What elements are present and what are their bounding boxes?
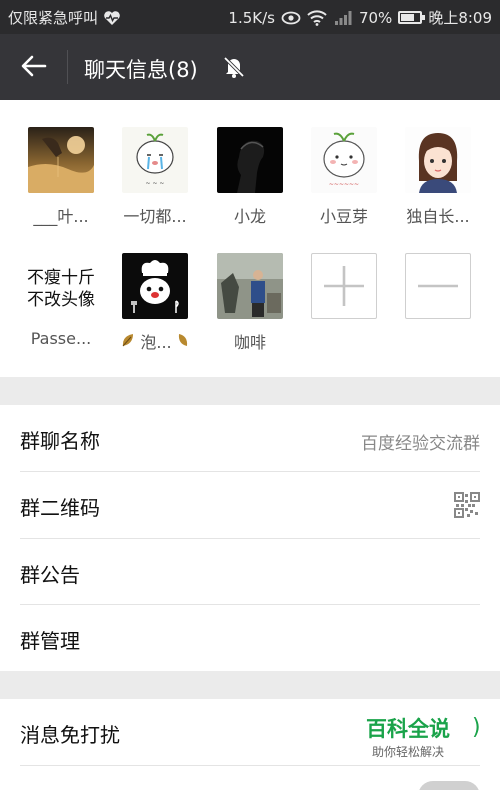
member-name: 泡... — [110, 329, 200, 353]
member-item[interactable]: ~ ~ ~ 一切都... — [110, 127, 200, 237]
avatar — [217, 127, 283, 193]
title-divider — [67, 50, 68, 84]
row-label: 群管理 — [20, 629, 80, 653]
page-title: 聊天信息(8) — [84, 58, 198, 82]
remove-member-box — [405, 253, 471, 319]
leaf-icon — [177, 333, 189, 352]
row-label: 群聊名称 — [20, 429, 100, 453]
carrier-text: 仅限紧急呼叫 — [8, 9, 99, 27]
settings-list: 群聊名称 百度经验交流群 群二维码 群公告 群管理 — [0, 405, 500, 671]
member-name: Passe... — [30, 329, 92, 348]
avatar — [28, 127, 94, 193]
svg-text:~ ~ ~: ~ ~ ~ — [146, 180, 165, 187]
member-grid: ___叶... ~ ~ ~ 一切都... 小龙 ~~~~~~ 小豆芽 独自长..… — [0, 100, 500, 377]
title-bar: 聊天信息(8) — [0, 34, 500, 100]
battery-percent: 70% — [358, 8, 393, 27]
network-speed: 1.5K/s — [228, 8, 275, 27]
group-name-row[interactable]: 群聊名称 百度经验交流群 — [0, 405, 500, 471]
leaf-icon — [121, 333, 140, 352]
avatar — [405, 127, 471, 193]
member-name: 独自长... — [406, 207, 470, 226]
text-avatar: 不瘦十斤 不改头像 — [16, 267, 106, 311]
avatar: ~ ~ ~ — [122, 127, 188, 193]
row-label: 群公告 — [20, 563, 80, 587]
text-avatar-line: 不改头像 — [27, 290, 95, 310]
watermark-paren: ) — [472, 715, 481, 740]
back-button[interactable] — [12, 46, 56, 90]
battery-icon — [398, 11, 426, 24]
signal-icon — [333, 9, 353, 27]
eye-icon — [281, 9, 301, 27]
member-item[interactable]: 小龙 — [205, 127, 295, 237]
member-name: 小豆芽 — [319, 207, 368, 226]
plus-icon — [324, 266, 364, 306]
heart-pulse-icon — [102, 9, 122, 27]
member-name: 一切都... — [123, 207, 187, 226]
qrcode-icon — [454, 492, 480, 518]
avatar — [217, 253, 283, 319]
divider — [20, 765, 480, 766]
svg-text:~~~~~~: ~~~~~~ — [329, 181, 359, 188]
member-item[interactable]: 独自长... — [393, 127, 483, 237]
status-bar: 仅限紧急呼叫 1.5K/s 70% 晚上8:09 — [0, 0, 500, 34]
member-name: 咖啡 — [233, 333, 266, 352]
add-member-button[interactable] — [299, 253, 389, 363]
wifi-icon — [307, 9, 327, 27]
member-item[interactable]: 不瘦十斤 不改头像 Passe... — [16, 253, 106, 363]
member-item[interactable]: ~~~~~~ 小豆芽 — [299, 127, 389, 237]
bell-off-icon — [222, 55, 246, 79]
avatar — [122, 253, 188, 319]
clock-time: 晚上8:09 — [428, 9, 492, 27]
group-qrcode-row[interactable]: 群二维码 — [0, 472, 500, 538]
watermark-title: 百科全说 — [366, 717, 450, 741]
member-item[interactable]: ___叶... — [16, 127, 106, 237]
member-name: 小龙 — [233, 207, 266, 226]
member-item[interactable]: 泡... — [110, 253, 200, 363]
group-name-value: 百度经验交流群 — [361, 434, 480, 454]
member-name-text: 泡... — [140, 333, 172, 352]
watermark: 百科全说 助你轻松解决 ) — [346, 713, 486, 763]
row-label: 消息免打扰 — [20, 723, 120, 747]
add-member-box — [311, 253, 377, 319]
toggle-switch[interactable] — [418, 781, 480, 790]
row-label: 群二维码 — [20, 496, 100, 520]
avatar: ~~~~~~ — [311, 127, 377, 193]
minus-icon — [418, 284, 458, 288]
watermark-subtitle: 助你轻松解决 — [372, 745, 445, 759]
back-arrow-icon — [21, 55, 47, 81]
member-item[interactable]: 咖啡 — [205, 253, 295, 363]
group-manage-row[interactable]: 群管理 — [0, 605, 500, 671]
remove-member-button[interactable] — [393, 253, 483, 363]
member-name: ___叶... — [33, 207, 89, 226]
group-notice-row[interactable]: 群公告 — [0, 539, 500, 605]
text-avatar-line: 不瘦十斤 — [27, 268, 95, 288]
